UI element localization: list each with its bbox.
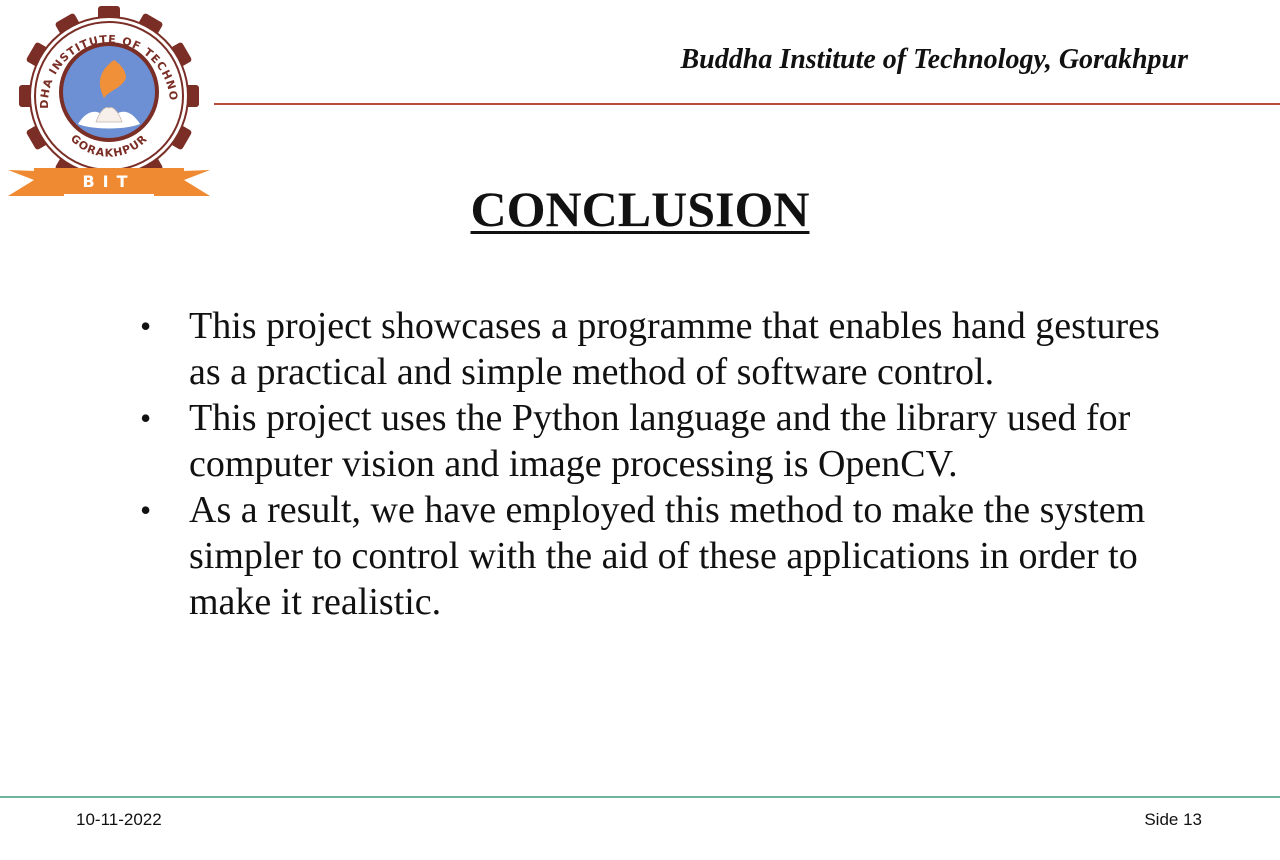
bullet-item: • This project showcases a programme tha…	[136, 303, 1166, 395]
bullet-icon: •	[140, 400, 152, 436]
bullet-item: • This project uses the Python language …	[136, 395, 1166, 487]
footer-date: 10-11-2022	[76, 810, 162, 829]
bullet-icon: •	[140, 308, 152, 344]
footer-divider	[0, 796, 1280, 798]
institute-name: Buddha Institute of Technology, Gorakhpu…	[680, 44, 1189, 75]
institute-logo: BUDDHA INSTITUTE OF TECHNOLOGY GORAKHPUR…	[0, 0, 214, 204]
bullet-list: • This project showcases a programme tha…	[136, 303, 1166, 625]
bullet-item: • As a result, we have employed this met…	[136, 487, 1166, 625]
bullet-text: This project showcases a programme that …	[189, 305, 1160, 393]
slide-title: CONCLUSION	[470, 181, 810, 237]
bullet-icon: •	[140, 492, 152, 528]
bullet-text: As a result, we have employed this metho…	[189, 489, 1146, 623]
header-divider	[214, 103, 1280, 105]
college-seal-icon: BUDDHA INSTITUTE OF TECHNOLOGY GORAKHPUR…	[0, 0, 210, 196]
slide-number: Side 13	[1144, 810, 1202, 829]
bullet-text: This project uses the Python language an…	[189, 397, 1131, 485]
